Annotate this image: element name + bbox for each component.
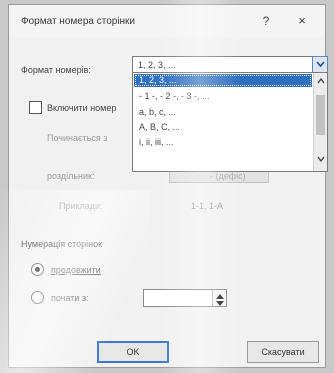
examples-value: 1-1, 1-A [191, 201, 224, 211]
chevron-down-icon [316, 61, 325, 68]
combobox-dropdown-button[interactable] [312, 56, 328, 73]
chapter-starts-with-label: Починається з [47, 133, 108, 143]
cancel-button[interactable]: Скасувати [247, 341, 319, 363]
include-chapter-number-checkbox[interactable] [29, 101, 42, 114]
radio-selected-dot [35, 267, 40, 272]
title-bar: Формат номера сторінки ? × [9, 5, 325, 37]
dropdown-option[interactable]: - 1 -, - 2 -, - 3 -, ... [134, 90, 312, 103]
include-chapter-number-label: Включити номер [47, 103, 117, 113]
spin-down-icon[interactable] [216, 299, 224, 306]
separator-label: роздільник: [47, 171, 95, 181]
separator-value: - (дефіс) [210, 171, 246, 181]
scroll-up-icon[interactable] [317, 77, 325, 85]
number-format-label: Формат номерів: [21, 65, 91, 75]
dropdown-option[interactable]: a, b, c, ... [134, 106, 312, 119]
start-at-spinner[interactable] [143, 289, 227, 307]
spin-up-icon[interactable] [216, 292, 224, 299]
number-format-combobox[interactable]: 1, 2, 3, ... [132, 56, 328, 73]
number-format-value: 1, 2, 3, ... [138, 60, 176, 70]
dropdown-option[interactable]: i, ii, iii, ... [134, 136, 312, 149]
scroll-down-icon[interactable] [317, 155, 325, 163]
close-button[interactable]: × [291, 11, 313, 31]
dropdown-scrollbar[interactable] [313, 73, 327, 171]
page-numbering-section-label: Нумерація сторінок [21, 239, 103, 249]
dropdown-option[interactable]: 1, 2, 3, ... [134, 74, 312, 87]
number-format-dropdown-list: 1, 2, 3, ... - 1 -, - 2 -, - 3 -, ... a,… [132, 72, 328, 172]
help-button[interactable]: ? [255, 11, 277, 31]
start-at-label: почати з: [51, 293, 89, 303]
spinner-buttons[interactable] [212, 290, 226, 306]
ok-button[interactable]: OK [97, 341, 169, 363]
continue-radio[interactable] [31, 263, 44, 276]
start-at-radio[interactable] [31, 291, 44, 304]
examples-label: Приклади: [59, 201, 103, 211]
dialog-title: Формат номера сторінки [21, 16, 136, 27]
scrollbar-thumb[interactable] [316, 95, 325, 135]
dropdown-option[interactable]: A, B, C, ... [134, 121, 312, 134]
continue-label: продовжити [51, 265, 101, 275]
